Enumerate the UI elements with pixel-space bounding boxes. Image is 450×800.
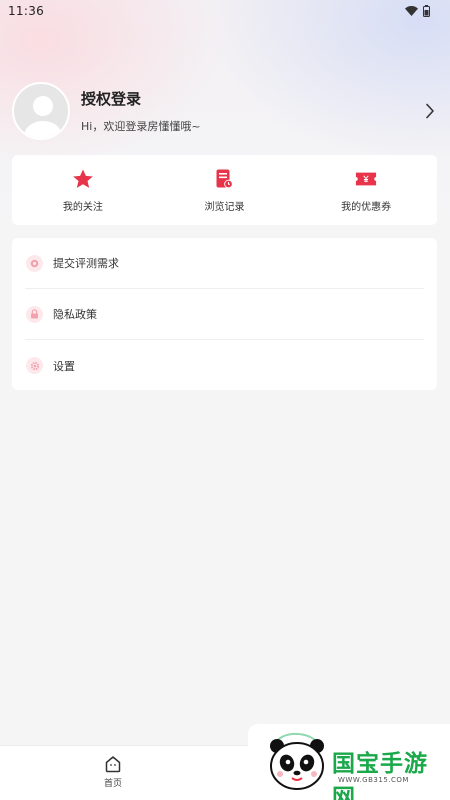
status-time: 11:36	[8, 4, 45, 18]
gear-icon	[26, 357, 43, 374]
menu-label-settings: 设置	[53, 359, 75, 373]
quick-item-history[interactable]: 浏览记录	[164, 168, 284, 213]
tab-home-label: 首页	[103, 779, 122, 789]
profile-text: 授权登录 Hi，欢迎登录房懂懂哦~	[81, 88, 420, 134]
coupon-icon	[355, 168, 377, 190]
panda-logo-icon	[270, 732, 324, 790]
login-title[interactable]: 授权登录	[81, 88, 420, 109]
submit-request-icon	[26, 254, 43, 272]
star-icon	[72, 168, 94, 190]
menu-item-submit-request[interactable]: 提交评测需求	[25, 238, 424, 289]
history-icon	[213, 168, 235, 190]
menu-label-privacy: 隐私政策	[53, 308, 97, 321]
home-icon	[105, 756, 121, 773]
quick-item-coupons[interactable]: 我的优惠券	[306, 168, 426, 213]
wifi-icon	[405, 6, 418, 16]
quick-label-following: 我的关注	[62, 201, 103, 213]
menu-item-settings[interactable]: 设置	[25, 340, 424, 391]
watermark-url: WWW.GB315.COM	[338, 776, 409, 784]
menu-card: 提交评测需求 隐私政策 设置	[12, 238, 437, 390]
chevron-right-icon[interactable]	[420, 101, 440, 121]
lock-icon	[26, 305, 43, 323]
status-icons	[405, 5, 430, 17]
quick-actions-card: 我的关注 浏览记录 我的优惠券	[12, 155, 437, 225]
profile-login-row[interactable]: 授权登录 Hi，欢迎登录房懂懂哦~	[12, 80, 440, 142]
quick-item-following[interactable]: 我的关注	[23, 168, 143, 213]
quick-label-history: 浏览记录	[204, 201, 245, 213]
avatar[interactable]	[12, 82, 70, 140]
menu-item-privacy[interactable]: 隐私政策	[25, 289, 424, 340]
battery-icon	[423, 5, 430, 17]
watermark: 国宝手游网 WWW.GB315.COM	[248, 724, 450, 800]
tab-home[interactable]: 首页	[88, 755, 138, 789]
status-bar: 11:36	[0, 0, 450, 22]
quick-label-coupons: 我的优惠券	[341, 201, 392, 213]
welcome-text: Hi，欢迎登录房懂懂哦~	[81, 120, 201, 133]
menu-label-submit-request: 提交评测需求	[53, 257, 119, 270]
watermark-brand: 国宝手游网	[332, 751, 428, 800]
